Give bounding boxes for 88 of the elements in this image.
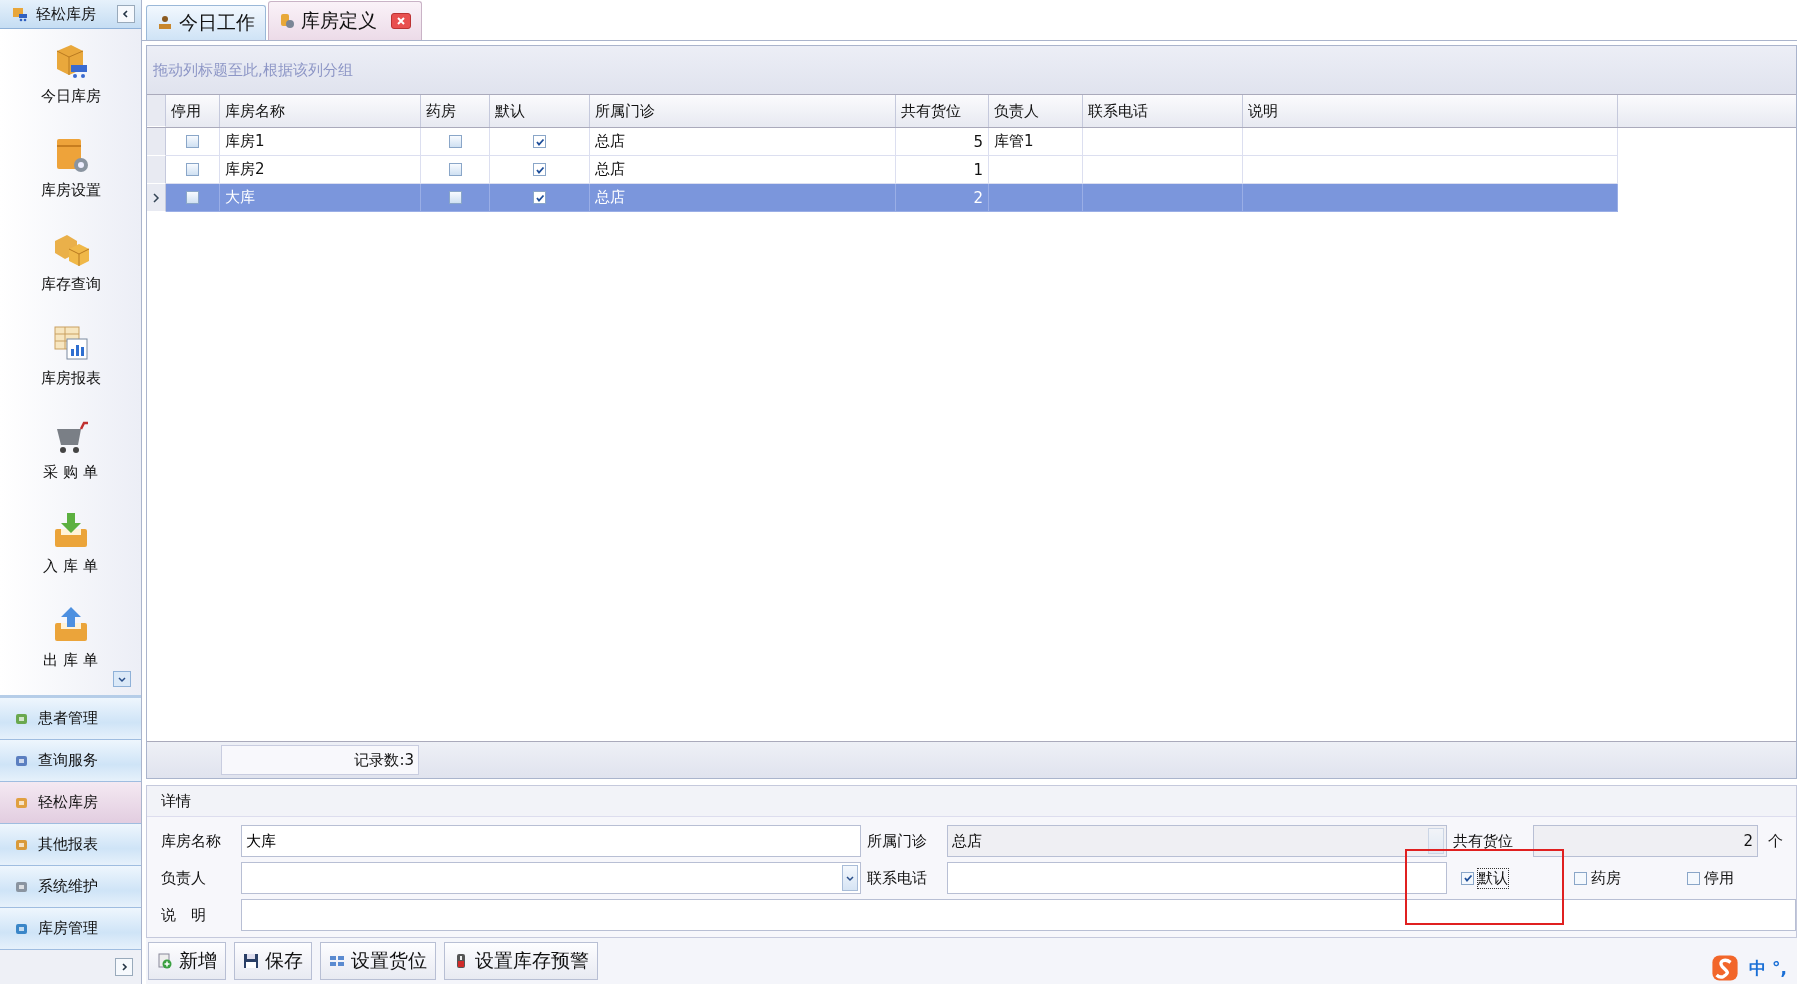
group-hint: 拖动列标题至此,根据该列分组 — [153, 60, 353, 80]
field-label: 负责人 — [161, 868, 207, 888]
nav-button[interactable]: 系统维护 — [0, 866, 141, 908]
toolbar-button[interactable]: 新增 — [148, 942, 226, 980]
collapse-button[interactable] — [117, 5, 135, 23]
table-cell: 大库 — [220, 184, 421, 212]
sidebar-item[interactable]: 库房报表 — [10, 319, 131, 413]
note-field[interactable] — [241, 899, 1796, 931]
checkbox[interactable] — [1687, 871, 1700, 885]
table-cell: 总店 — [590, 128, 896, 156]
checkbox[interactable] — [533, 191, 546, 204]
checkbox-label[interactable]: 停用 — [1704, 868, 1734, 888]
nav-button[interactable]: 轻松库房 — [0, 782, 141, 824]
toolbar-button[interactable]: 设置货位 — [320, 942, 436, 980]
unit-label: 个 — [1768, 831, 1783, 851]
box-cart-icon — [12, 6, 28, 22]
sidebar-item[interactable]: 库存查询 — [10, 225, 131, 319]
column-header[interactable]: 默认 — [490, 95, 590, 127]
column-header[interactable]: 负责人 — [989, 95, 1083, 127]
checkbox[interactable] — [533, 135, 546, 148]
table-cell: 总店 — [590, 184, 896, 212]
punctuation-mode[interactable]: °, — [1772, 958, 1787, 978]
clinic-dropdown[interactable]: 总店 — [947, 825, 1447, 857]
add-document-icon — [157, 953, 173, 969]
record-count: 记录数:3 — [221, 745, 419, 775]
section-title: 详情 — [161, 791, 191, 811]
person-desk-icon — [157, 15, 173, 31]
row-indicator — [147, 128, 166, 156]
toolbar-button[interactable]: 保存 — [234, 942, 312, 980]
more-button[interactable] — [113, 671, 131, 687]
input-mode[interactable]: 中 — [1749, 956, 1767, 980]
expand-button[interactable] — [115, 958, 133, 976]
tab[interactable]: 今日工作 — [146, 5, 266, 40]
table-row[interactable]: 库房1 总店 5 库管1 — [147, 128, 1796, 156]
column-header[interactable]: 药房 — [421, 95, 490, 127]
field-label: 所属门诊 — [867, 831, 928, 851]
sidebar-item[interactable]: 采 购 单 — [10, 413, 131, 507]
checkbox[interactable] — [1574, 871, 1587, 885]
checkbox[interactable] — [1461, 871, 1474, 885]
column-header[interactable]: 库房名称 — [220, 95, 421, 127]
checkbox[interactable] — [448, 163, 462, 176]
grid-icon — [329, 953, 345, 969]
sidebar-item[interactable]: 入 库 单 — [10, 507, 131, 601]
name-field[interactable]: 大库 — [241, 825, 861, 857]
nav-button[interactable]: 库房管理 — [0, 908, 141, 950]
column-header[interactable]: 所属门诊 — [590, 95, 896, 127]
row-indicator — [147, 184, 166, 212]
table-cell: 库房1 — [220, 128, 421, 156]
chevron-down-icon — [118, 675, 126, 683]
column-header[interactable]: 联系电话 — [1083, 95, 1243, 127]
row-indicator — [147, 156, 166, 184]
nav-button[interactable]: 查询服务 — [0, 740, 141, 782]
sidebar-item[interactable]: 今日库房 — [10, 37, 131, 131]
checkbox-label[interactable]: 药房 — [1591, 868, 1621, 888]
checkbox[interactable] — [448, 191, 462, 204]
chevron-left-icon — [122, 10, 130, 18]
checkbox[interactable] — [186, 191, 199, 204]
slots-field[interactable]: 2 — [1533, 825, 1758, 857]
close-icon — [396, 16, 406, 26]
checkbox[interactable] — [186, 163, 199, 176]
column-header[interactable]: 说明 — [1243, 95, 1618, 127]
close-button[interactable] — [391, 13, 411, 29]
nav-button[interactable]: 其他报表 — [0, 824, 141, 866]
chevron-down-icon — [846, 874, 854, 882]
sidebar-item[interactable]: 出 库 单 — [10, 601, 131, 695]
checkbox-label[interactable]: 默认 — [1478, 868, 1508, 888]
table-cell: 2 — [896, 184, 989, 212]
field-label: 库房名称 — [161, 831, 222, 851]
checkbox[interactable] — [533, 163, 546, 176]
manager-dropdown[interactable] — [241, 862, 861, 894]
sidebar-item[interactable]: 库房设置 — [10, 131, 131, 225]
nav-button[interactable]: 患者管理 — [0, 698, 141, 740]
field-label: 联系电话 — [867, 868, 928, 888]
save-icon — [243, 953, 259, 969]
table-cell: 库管1 — [989, 128, 1083, 156]
row-indicator-header — [147, 95, 166, 127]
table-cell: 5 — [896, 128, 989, 156]
toolbar-button[interactable]: 设置库存预警 — [444, 942, 598, 980]
column-header[interactable]: 共有货位 — [896, 95, 989, 127]
chevron-right-icon — [120, 963, 128, 971]
sidebar-title: 轻松库房 — [36, 4, 97, 24]
field-label: 共有货位 — [1453, 831, 1514, 851]
column-header[interactable]: 停用 — [166, 95, 220, 127]
field-label: 说 明 — [161, 905, 207, 925]
checkbox[interactable] — [186, 135, 199, 148]
phone-field[interactable] — [947, 862, 1447, 894]
checkbox[interactable] — [448, 135, 462, 148]
tab[interactable]: 库房定义 — [268, 1, 422, 40]
